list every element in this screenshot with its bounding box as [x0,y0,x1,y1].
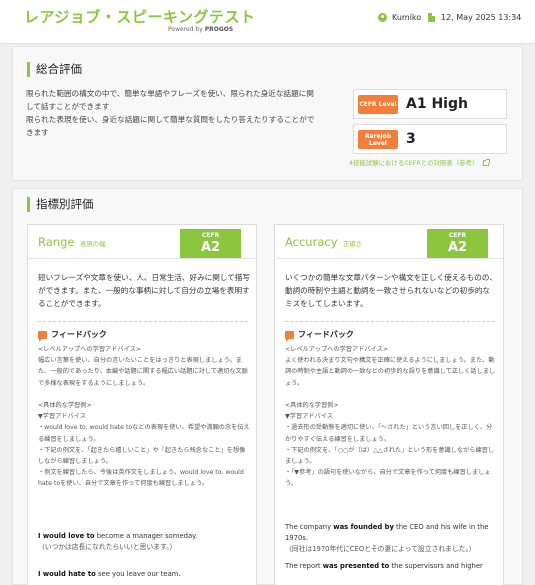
speech-bubble-icon [38,330,47,342]
summary-line: 限られた範囲の構文の中で、簡単な単語やフレーズを使い、限られた身近な話題に関 [26,89,314,98]
feedback-heading: フィードバック [285,329,354,342]
feedback-line: よく使われる決まり文句や構文を正確に使えるようにしましょう。また、動詞の時制や主… [285,357,496,387]
test-date: 12, May 2025 13:34 [441,13,522,22]
powered-by: Powered by PROGOS [168,26,233,33]
example-keyphrase: I would hate to [38,570,96,578]
external-link-icon[interactable] [483,158,491,166]
example-keyphrase: was founded by [333,523,394,531]
feedback-line: <レベルアップへの学習アドバイス> [38,346,141,353]
example-post: see you leave our team. [95,570,181,578]
cefr-level-value: A1 High [406,96,468,112]
skill-description: いくつかの簡単な文章パターンや構文を正しく使えるものの、動詞の時制や主語と動詞を… [285,273,498,308]
feedback-line: ・would love to, would hate toなどの表現を使い、希望… [38,424,250,443]
example-post: the supervisors and higher [389,562,483,570]
example-sentence: I would hate to see you leave our team. [38,569,253,580]
feedback-line: ・例文を練習したら、今後は英作文をしましょう。would love to, wo… [38,469,244,488]
summary-section: 総合評価 限られた範囲の構文の中で、簡単な単語やフレーズを使い、限られた身近な話… [12,46,523,181]
document-icon [428,13,435,22]
skill-name-text: Range [38,235,75,249]
feedback-line [285,389,497,400]
rarejob-level-label: RareJob Level [365,133,391,147]
example-english: I would hate to see you leave our team. [38,569,253,580]
cefr-tag-label: CEFR [201,232,220,239]
rarejob-level-box: RareJob Level 3 [353,124,507,154]
skill-subtitle: 表現の幅 [80,241,106,248]
skill-name: Range 表現の幅 [38,235,105,249]
example-sentence: The company was founded by the CEO and h… [285,522,500,554]
user-name: Kumiko [392,13,422,22]
example-pre: The company [285,523,334,531]
rarejob-label-line-2: Level [369,139,387,147]
accuracy-card: Accuracy 正確さ CEFR A2 いくつかの簡単な文章パターンや構文を正… [274,224,504,585]
feedback-body: <レベルアップへの学習アドバイス> 幅広い言葉を使い、自分の言いたいことをはっき… [38,344,250,490]
feedback-line: ・下記の例文を、「起きたら嬉しいこと」や「起きたら残念なこと」を想像しながら練習… [38,446,246,466]
feedback-line: ▼学習アドバイス [285,413,333,421]
feedback-heading: フィードバック [38,329,107,342]
cefr-comparison-link[interactable]: 4技能試験におけるCEFRとの対照表（参考） [349,158,491,167]
example-japanese: （いつかは店長になれたらいいと思います。） [38,542,177,551]
rarejob-level-value: 3 [406,131,416,147]
date-info: 12, May 2025 13:34 [428,13,521,22]
rarejob-label-line-1: RareJob [364,132,392,140]
skill-subtitle: 正確さ [343,241,363,248]
example-sentence: I would love to become a manager someday… [38,531,253,553]
example-english: The company was founded by the CEO and h… [285,522,500,544]
cefr-tag-value: A2 [200,240,221,255]
summary-line: 限られた表現を使い、身近な話題に関して簡単な質問をしたり答えたりすることがで [26,115,315,124]
indicator-title: 指標別評価 [27,197,94,212]
example-pre: The report [285,562,323,570]
cefr-tag-label: CEFR [448,232,467,239]
card-header: Range 表現の幅 CEFR A2 [28,225,256,259]
summary-line: して話すことができます [26,102,110,111]
skill-description: 短いフレーズや文章を使い、人、日常生活、好みに関して描写ができます。また、一般的… [38,273,251,308]
example-keyphrase: I would love to [38,532,95,540]
example-japanese: （同社は1970年代にCEOとその妻によって設立されました。） [285,544,476,553]
example-english: The report was presented to the supervis… [285,561,500,572]
brand-title: レアジョブ・スピーキングテスト [24,8,256,26]
user-info[interactable]: Kumiko [378,13,421,22]
cefr-level-box: CEFR Level A1 High [353,89,507,119]
feedback-line [38,389,250,400]
summary-line: きます [26,128,49,137]
cefr-level-label: CEFR Level [359,101,397,108]
feedback-line: ・過去形の受動態を適切に使い、「〜された」という言い回しを正しく、分かりやすく伝… [285,424,493,443]
cefr-tag: CEFR A2 [180,229,241,258]
cefr-tag-value: A2 [447,240,468,255]
user-icon [378,13,387,22]
divider [285,321,495,322]
skill-name: Accuracy 正確さ [285,235,362,249]
divider [38,321,248,322]
skill-name-text: Accuracy [285,235,338,249]
summary-title: 総合評価 [27,62,82,77]
cefr-level-badge: CEFR Level [358,95,398,114]
speech-bubble-icon [285,330,294,342]
indicator-section: 指標別評価 Range 表現の幅 CEFR A2 短いフレーズや文章を使い、人、… [12,188,523,585]
feedback-line: ・下記の例文を、「○○が（は）△△された」という形を意識しながら練習しましょう。 [285,446,495,466]
cefr-tag: CEFR A2 [427,229,488,258]
feedback-line: 幅広い言葉を使い、自分の言いたいことをはっきりと表現しましょう。また、一般的であ… [38,357,248,387]
example-sentence: The report was presented to the supervis… [285,561,500,572]
example-english: I would love to become a manager someday… [38,531,253,542]
feedback-line: ▼学習アドバイス [38,413,86,421]
example-post: become a manager someday. [94,532,198,540]
feedback-line: <具体的な学習例> [38,402,92,409]
feedback-body: <レベルアップへの学習アドバイス> よく使われる決まり文句や構文を正確に使えるよ… [285,344,497,490]
powered-by-name: PROGOS [204,26,234,33]
rarejob-level-badge: RareJob Level [358,130,398,149]
feedback-line: ・「▼参考」の語句を使いながら、自分で文章を作って何度も練習しましょう。 [285,469,491,488]
top-header: レアジョブ・スピーキングテスト Powered by PROGOS Kumiko… [0,0,535,44]
summary-description: 限られた範囲の構文の中で、簡単な単語やフレーズを使い、限られた身近な話題に関 し… [26,87,341,139]
feedback-heading-text: フィードバック [298,330,354,339]
feedback-line: <レベルアップへの学習アドバイス> [285,346,388,353]
card-header: Accuracy 正確さ CEFR A2 [275,225,503,259]
feedback-line: <具体的な学習例> [285,402,339,409]
powered-by-prefix: Powered by [168,26,203,33]
cefr-comparison-link-text[interactable]: 4技能試験におけるCEFRとの対照表（参考） [349,158,478,167]
range-card: Range 表現の幅 CEFR A2 短いフレーズや文章を使い、人、日常生活、好… [27,224,257,585]
feedback-heading-text: フィードバック [51,330,107,339]
example-keyphrase: was presented to [322,562,390,570]
